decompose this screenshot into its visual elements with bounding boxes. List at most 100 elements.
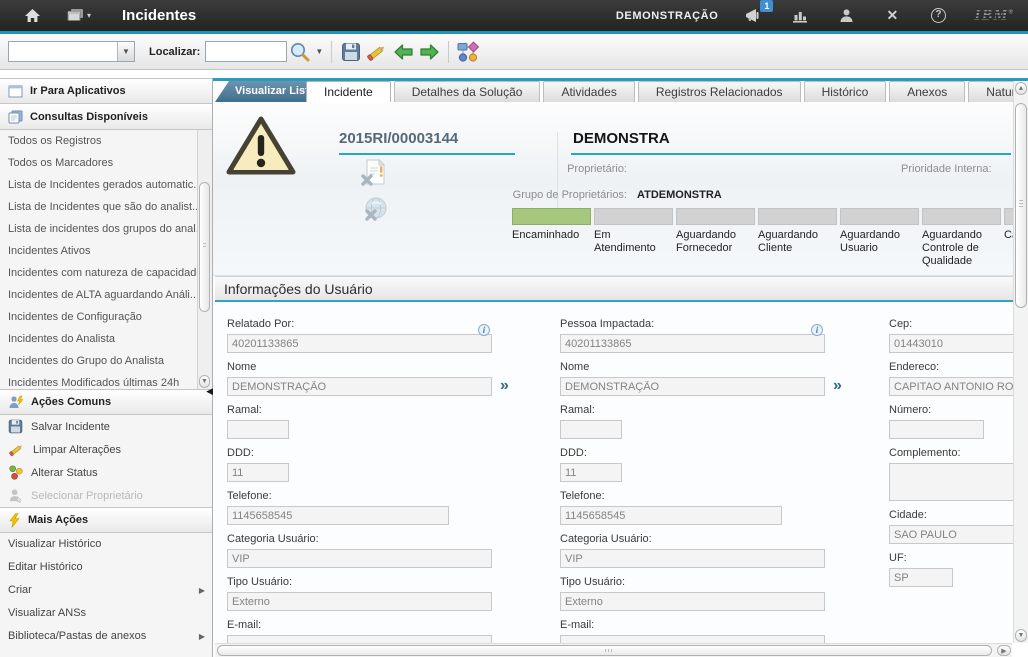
numero-input[interactable]	[889, 420, 984, 439]
email-input-2[interactable]	[560, 635, 825, 643]
field-label: DDD:	[227, 447, 539, 459]
open-apps-menu-icon[interactable]: ▾	[64, 6, 94, 26]
query-item[interactable]: Incidentes do Analista	[0, 328, 212, 350]
status-step: Em Atendimento	[594, 208, 673, 268]
tab-anexos[interactable]: Anexos	[889, 81, 965, 102]
more-action-visualizar-historico[interactable]: Visualizar Histórico	[0, 533, 212, 556]
pessoa-impactada-input[interactable]	[560, 334, 825, 353]
query-dropdown[interactable]: ▼	[8, 41, 135, 62]
action-salvar-incidente[interactable]: Salvar Incidente	[0, 415, 212, 438]
query-item[interactable]: Incidentes Modificados últimas 24h	[0, 372, 212, 389]
next-record-icon[interactable]	[416, 39, 442, 65]
field-label: UF:	[889, 552, 1028, 564]
nome-input-2[interactable]	[560, 377, 825, 396]
tab-historico[interactable]: Histórico	[804, 81, 887, 102]
sidebar-common-actions[interactable]: Ações Comuns	[0, 389, 212, 415]
nome-input-1[interactable]	[227, 377, 492, 396]
detail-chevron-icon[interactable]: »	[500, 377, 509, 395]
toolbar: ▼ Localizar: ▼	[0, 34, 1028, 70]
user-profile-icon[interactable]	[836, 6, 856, 26]
query-item[interactable]: Todos os Registros	[0, 130, 212, 152]
workflow-route-icon[interactable]	[455, 39, 481, 65]
uf-input[interactable]	[889, 568, 953, 587]
tab-bar: Incidente Detalhes da Solução Atividades…	[306, 81, 1028, 102]
sidebar-available-queries[interactable]: Consultas Disponíveis	[0, 104, 212, 130]
vertical-scrollbar[interactable]: ▲ ▼	[1013, 81, 1028, 643]
tab-incidente[interactable]: Incidente	[306, 81, 391, 102]
relatado-por-input[interactable]	[227, 334, 492, 353]
status-segment	[594, 208, 673, 225]
more-action-biblioteca-anexos[interactable]: Biblioteca/Pastas de anexos▶	[0, 625, 212, 648]
tab-detalhes-da-solucao[interactable]: Detalhes da Solução	[394, 81, 541, 102]
search-options-caret-icon[interactable]: ▼	[315, 47, 323, 56]
field-label: E-mail:	[227, 619, 539, 631]
action-alterar-status[interactable]: Alterar Status	[0, 461, 212, 484]
record-header: 2015RI/00003144 DEMONSTRA Proprietário: …	[213, 102, 1028, 276]
query-item[interactable]: Lista de incidentes dos grupos do anal..…	[0, 218, 212, 240]
owner-group-label: Grupo de Proprietários:	[473, 189, 627, 201]
info-icon[interactable]: i	[478, 324, 490, 336]
action-selecionar-proprietario: Selecionar Proprietário	[0, 484, 212, 507]
home-icon[interactable]	[22, 6, 42, 26]
scrollbar-down-icon[interactable]: ▼	[1015, 629, 1027, 642]
scrollbar-thumb[interactable]	[217, 645, 992, 656]
tipo-usuario-input-1[interactable]	[227, 592, 492, 611]
cidade-input[interactable]	[889, 525, 1019, 544]
telefone-input-1[interactable]	[227, 506, 449, 525]
status-segment	[676, 208, 755, 225]
sidebar-more-actions[interactable]: Mais Ações	[0, 507, 212, 533]
query-item[interactable]: Incidentes com natureza de capacidade	[0, 262, 212, 284]
query-dropdown-arrow-icon[interactable]: ▼	[117, 42, 134, 61]
categoria-usuario-input-1[interactable]	[227, 549, 492, 568]
save-button[interactable]	[338, 39, 364, 65]
query-list-scrollbar[interactable]: ▼	[197, 130, 212, 389]
search-icon[interactable]	[287, 39, 313, 65]
query-item[interactable]: Todos os Marcadores	[0, 152, 212, 174]
help-icon[interactable]: ?	[928, 6, 948, 26]
ramal-input-2[interactable]	[560, 420, 622, 439]
telefone-input-2[interactable]	[560, 506, 782, 525]
tipo-usuario-input-2[interactable]	[560, 592, 825, 611]
sidebar-collapse-icon[interactable]: ◀	[206, 386, 213, 397]
query-item[interactable]: Incidentes de ALTA aguardando Análi...	[0, 284, 212, 306]
scrollbar-thumb[interactable]	[1015, 103, 1027, 308]
previous-record-icon[interactable]	[390, 39, 416, 65]
field-label: Ramal:	[227, 404, 539, 416]
ddd-input-1[interactable]	[227, 463, 289, 482]
reports-chart-icon[interactable]	[790, 6, 810, 26]
action-limpar-alteracoes[interactable]: Limpar Alterações	[0, 438, 212, 461]
info-icon[interactable]: i	[811, 324, 823, 336]
categoria-usuario-input-2[interactable]	[560, 549, 825, 568]
more-action-editar-historico[interactable]: Editar Histórico	[0, 556, 212, 579]
ramal-input-1[interactable]	[227, 420, 289, 439]
query-item[interactable]: Incidentes Ativos	[0, 240, 212, 262]
scrollbar-right-icon[interactable]: ▶	[997, 645, 1011, 656]
sidebar-go-to-apps[interactable]: Ir Para Aplicativos	[0, 78, 212, 104]
localizar-input[interactable]	[205, 41, 287, 62]
email-input-1[interactable]	[227, 635, 492, 643]
detail-chevron-icon[interactable]: »	[833, 377, 842, 395]
ddd-input-2[interactable]	[560, 463, 622, 482]
query-item[interactable]: Incidentes do Grupo do Analista	[0, 350, 212, 372]
endereco-input[interactable]	[889, 377, 1019, 396]
tab-registros-relacionados[interactable]: Registros Relacionados	[638, 81, 801, 102]
logout-close-icon[interactable]: ✕	[882, 6, 902, 26]
status-step: Encaminhado	[512, 208, 591, 268]
status-segment	[922, 208, 1001, 225]
more-action-visualizar-anss[interactable]: Visualizar ANSs	[0, 602, 212, 625]
more-action-criar[interactable]: Criar▶	[0, 579, 212, 602]
scrollbar-thumb[interactable]	[199, 182, 210, 312]
complemento-input[interactable]	[889, 463, 1019, 501]
tab-atividades[interactable]: Atividades	[543, 81, 634, 102]
internal-priority-label: Prioridade Interna:	[901, 163, 992, 175]
query-item[interactable]: Lista de Incidentes que são do analist..…	[0, 196, 212, 218]
clear-changes-button[interactable]	[364, 39, 390, 65]
cep-input[interactable]	[889, 334, 1019, 353]
horizontal-scrollbar[interactable]: ▶	[215, 643, 1012, 657]
query-item[interactable]: Incidentes de Configuração	[0, 306, 212, 328]
field-label: Ramal:	[560, 404, 872, 416]
status-workflow-bar: Encaminhado Em Atendimento Aguardando Fo…	[512, 208, 1028, 268]
scrollbar-up-icon[interactable]: ▲	[1015, 82, 1027, 95]
announcements-icon[interactable]: 1	[744, 6, 764, 26]
query-item[interactable]: Lista de Incidentes gerados automatic...	[0, 174, 212, 196]
